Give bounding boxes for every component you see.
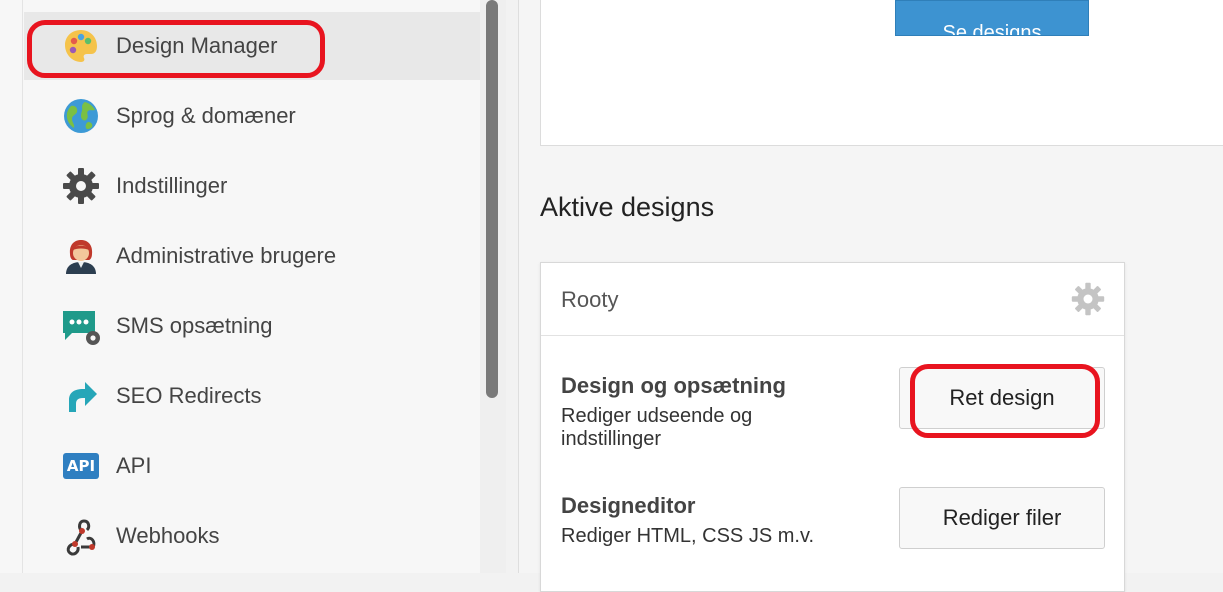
sidebar-item-label: Administrative brugere bbox=[116, 243, 337, 268]
sidebar-item-label: Sprog & domæner bbox=[116, 103, 296, 128]
redirect-arrow-icon bbox=[60, 375, 102, 417]
webhooks-icon bbox=[60, 515, 102, 557]
sidebar-item-settings[interactable]: Indstillinger bbox=[24, 152, 480, 220]
gear-icon[interactable] bbox=[1070, 281, 1106, 317]
admin-user-icon bbox=[60, 235, 102, 277]
top-panel bbox=[540, 0, 1223, 146]
palette-icon bbox=[60, 25, 102, 67]
api-icon: API bbox=[60, 445, 102, 487]
card-header: Rooty bbox=[541, 263, 1124, 336]
sidebar-item-api[interactable]: API API bbox=[24, 432, 480, 500]
sidebar-item-webhooks[interactable]: Webhooks bbox=[24, 502, 480, 570]
edit-files-button[interactable]: Rediger filer bbox=[899, 487, 1105, 549]
card-title: Rooty bbox=[561, 287, 619, 312]
row-title-design-editor: Designeditor bbox=[561, 493, 696, 518]
sidebar-item-label: Design Manager bbox=[116, 33, 278, 58]
sidebar-item-label: Indstillinger bbox=[116, 173, 228, 198]
design-card: Rooty Design og opsætning Rediger udseen… bbox=[540, 262, 1125, 592]
sms-settings-icon bbox=[60, 305, 102, 347]
sidebar-border bbox=[22, 0, 23, 573]
sidebar-item-label: SEO Redirects bbox=[116, 383, 262, 408]
edit-design-button[interactable]: Ret design bbox=[899, 367, 1105, 429]
row-desc-design-setup: Rediger udseende og indstillinger bbox=[561, 405, 753, 450]
section-title: Aktive designs bbox=[540, 192, 715, 222]
sidebar-item-admin-users[interactable]: Administrative brugere bbox=[24, 222, 480, 290]
sidebar-item-label: Webhooks bbox=[116, 523, 220, 548]
globe-icon bbox=[60, 95, 102, 137]
row-title-design-setup: Design og opsætning bbox=[561, 373, 786, 398]
see-designs-label: Se designs bbox=[942, 22, 1042, 36]
sidebar-item-sms-settings[interactable]: SMS opsætning bbox=[24, 292, 480, 360]
sidebar-item-languages-domains[interactable]: Sprog & domæner bbox=[24, 82, 480, 150]
sidebar-item-label: API bbox=[116, 453, 152, 478]
sidebar-item-label: SMS opsætning bbox=[116, 313, 273, 338]
row-desc-design-editor: Rediger HTML, CSS JS m.v. bbox=[561, 525, 815, 547]
gear-icon bbox=[60, 165, 102, 207]
api-icon-text: API bbox=[62, 453, 100, 479]
scrollbar-thumb[interactable] bbox=[486, 0, 498, 398]
sidebar-item-seo-redirects[interactable]: SEO Redirects bbox=[24, 362, 480, 430]
see-designs-button[interactable]: Se designs bbox=[895, 0, 1089, 36]
sidebar-item-design-manager[interactable]: Design Manager bbox=[24, 12, 480, 80]
